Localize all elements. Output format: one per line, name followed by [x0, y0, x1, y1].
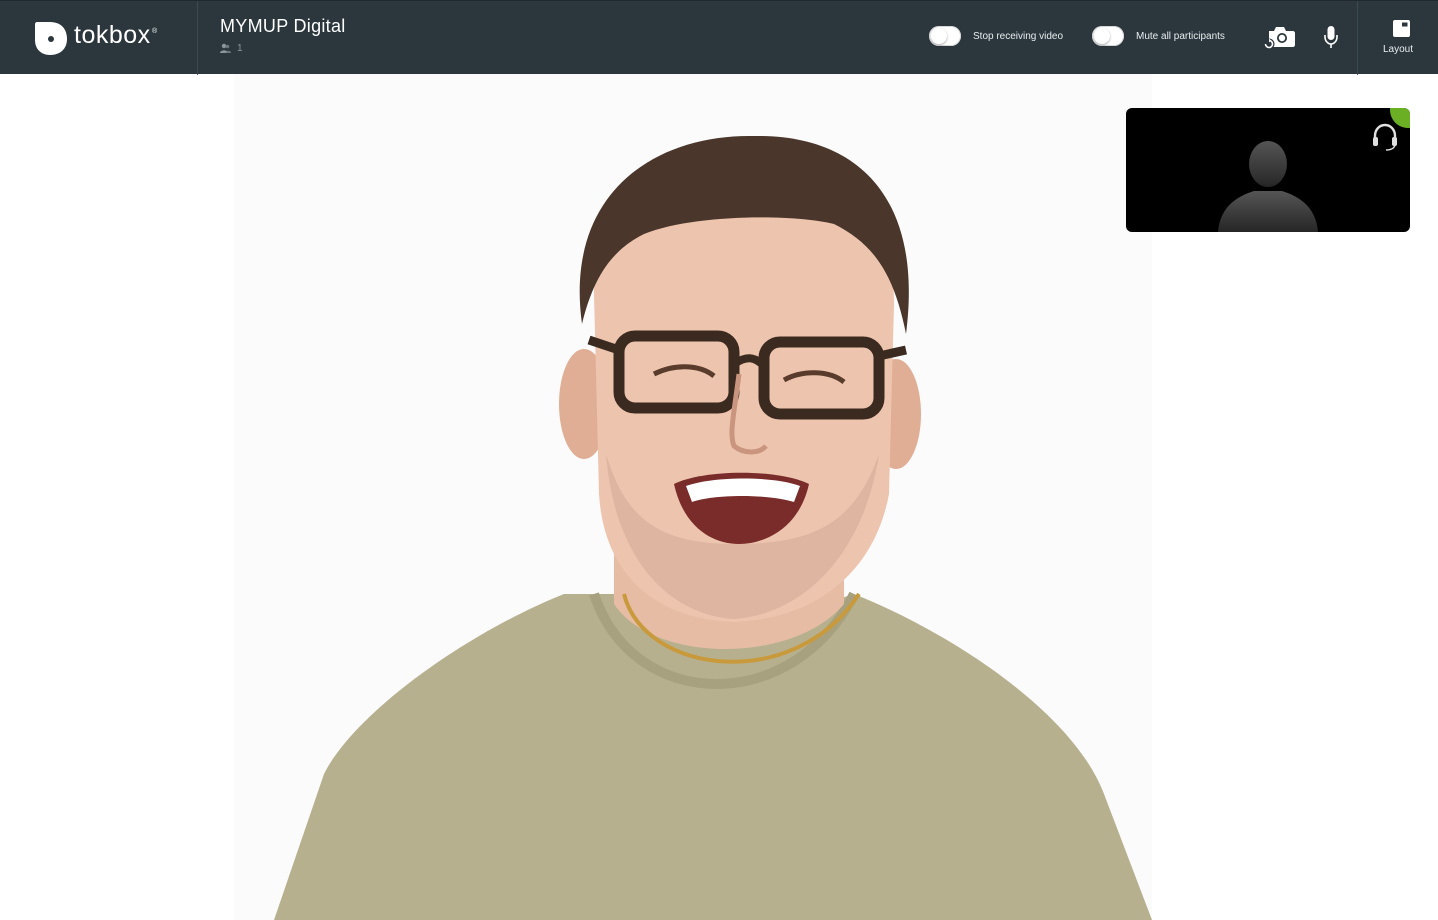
stop-receiving-video-label: Stop receiving video [973, 30, 1064, 42]
mute-all-control: Mute all participants [1092, 25, 1225, 47]
avatar-silhouette-icon [1218, 141, 1318, 232]
brand[interactable]: tokbox ® [0, 1, 198, 75]
top-bar: tokbox ® MYMUP Digital 1 Stop receiving … [0, 0, 1438, 75]
participants-icon [220, 43, 231, 53]
participant-video-image [234, 74, 1152, 920]
tokbox-logo-icon [35, 22, 67, 55]
layout-button[interactable]: Layout [1357, 1, 1438, 75]
stop-receiving-video-control: Stop receiving video [929, 25, 1063, 47]
self-view-publisher[interactable] [1126, 108, 1410, 232]
participant-count-value: 1 [237, 42, 243, 54]
layout-icon [1393, 20, 1410, 37]
stop-receiving-video-toggle[interactable] [929, 26, 961, 46]
brand-name: tokbox [74, 21, 151, 49]
session-title: MYMUP Digital [220, 16, 346, 36]
camera-switch-icon [1263, 27, 1295, 50]
microphone-button[interactable] [1318, 21, 1344, 53]
registered-mark: ® [152, 28, 158, 35]
mute-all-participants-toggle[interactable] [1092, 26, 1124, 46]
participant-count: 1 [220, 42, 243, 54]
headset-icon[interactable] [1370, 122, 1400, 152]
switch-camera-button[interactable] [1260, 21, 1298, 53]
main-video-stream [234, 74, 1152, 920]
toggle-knob [931, 28, 947, 44]
mute-all-participants-label: Mute all participants [1136, 30, 1225, 42]
layout-label: Layout [1382, 44, 1414, 55]
microphone-icon [1324, 26, 1338, 48]
toggle-knob [1094, 28, 1110, 44]
